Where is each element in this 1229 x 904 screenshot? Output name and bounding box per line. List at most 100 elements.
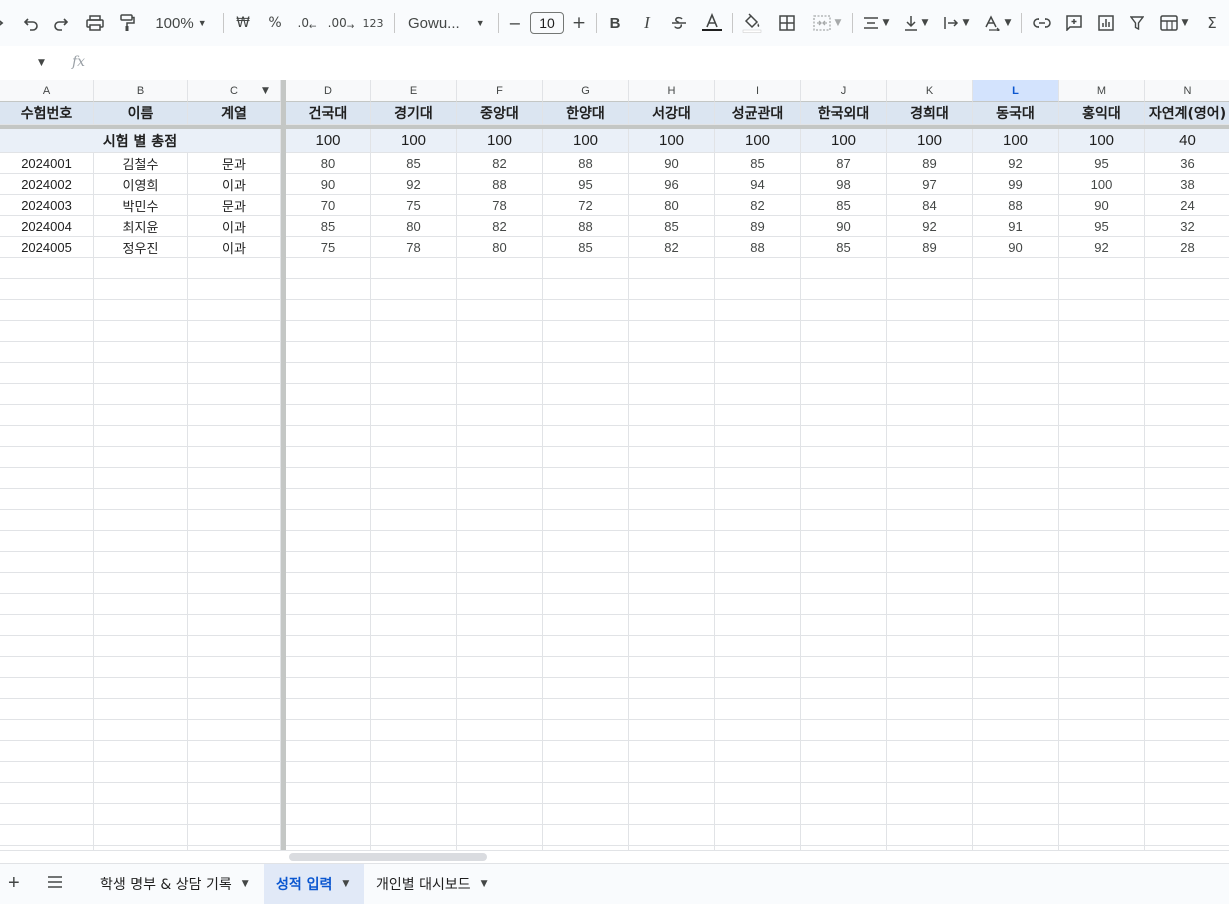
empty-cell[interactable] <box>286 552 371 573</box>
empty-cell[interactable] <box>1145 615 1229 636</box>
font-size-input[interactable]: 10 <box>530 12 564 34</box>
empty-cell[interactable] <box>371 363 457 384</box>
empty-cell[interactable] <box>286 615 371 636</box>
column-header-m[interactable]: M <box>1059 80 1145 102</box>
empty-cell[interactable] <box>1059 636 1145 657</box>
score-cell[interactable]: 88 <box>543 153 629 174</box>
score-cell[interactable]: 88 <box>543 216 629 237</box>
empty-cell[interactable] <box>457 741 543 762</box>
empty-cell[interactable] <box>801 594 887 615</box>
empty-cell[interactable] <box>801 468 887 489</box>
empty-cell[interactable] <box>188 615 281 636</box>
empty-cell[interactable] <box>715 657 801 678</box>
empty-cell[interactable] <box>286 531 371 552</box>
empty-cell[interactable] <box>543 426 629 447</box>
empty-cell[interactable] <box>1145 384 1229 405</box>
empty-cell[interactable] <box>457 300 543 321</box>
empty-cell[interactable] <box>286 468 371 489</box>
student-track-cell[interactable]: 이과 <box>188 174 281 195</box>
empty-cell[interactable] <box>94 636 188 657</box>
empty-cell[interactable] <box>1145 657 1229 678</box>
empty-cell[interactable] <box>1059 594 1145 615</box>
empty-cell[interactable] <box>887 363 973 384</box>
total-cell[interactable]: 100 <box>457 129 543 153</box>
empty-cell[interactable] <box>801 531 887 552</box>
empty-cell[interactable] <box>801 825 887 846</box>
insert-link-icon[interactable] <box>1028 9 1056 37</box>
empty-cell[interactable] <box>188 531 281 552</box>
italic-button[interactable]: I <box>634 9 660 37</box>
empty-cell[interactable] <box>973 657 1059 678</box>
empty-cell[interactable] <box>715 615 801 636</box>
empty-cell[interactable] <box>0 678 94 699</box>
empty-cell[interactable] <box>543 468 629 489</box>
filter-icon[interactable] <box>1124 9 1150 37</box>
empty-cell[interactable] <box>286 279 371 300</box>
empty-cell[interactable] <box>371 279 457 300</box>
score-cell[interactable]: 85 <box>629 216 715 237</box>
empty-cell[interactable] <box>457 279 543 300</box>
empty-cell[interactable] <box>543 804 629 825</box>
empty-cell[interactable] <box>94 804 188 825</box>
empty-cell[interactable] <box>629 321 715 342</box>
student-track-cell[interactable]: 문과 <box>188 195 281 216</box>
empty-cell[interactable] <box>457 489 543 510</box>
empty-cell[interactable] <box>1145 510 1229 531</box>
empty-cell[interactable] <box>1059 279 1145 300</box>
empty-cell[interactable] <box>629 447 715 468</box>
empty-cell[interactable] <box>1145 300 1229 321</box>
empty-cell[interactable] <box>188 804 281 825</box>
score-cell[interactable]: 85 <box>801 237 887 258</box>
empty-cell[interactable] <box>887 552 973 573</box>
empty-cell[interactable] <box>887 615 973 636</box>
empty-cell[interactable] <box>286 636 371 657</box>
empty-cell[interactable] <box>715 342 801 363</box>
score-cell[interactable]: 82 <box>457 153 543 174</box>
empty-cell[interactable] <box>286 825 371 846</box>
empty-cell[interactable] <box>0 279 94 300</box>
empty-cell[interactable] <box>457 342 543 363</box>
currency-button[interactable]: ₩ <box>230 9 256 37</box>
empty-cell[interactable] <box>371 552 457 573</box>
empty-cell[interactable] <box>973 531 1059 552</box>
empty-cell[interactable] <box>0 825 94 846</box>
empty-cell[interactable] <box>188 468 281 489</box>
empty-cell[interactable] <box>801 699 887 720</box>
empty-cell[interactable] <box>629 258 715 279</box>
empty-cell[interactable] <box>286 783 371 804</box>
student-track-cell[interactable]: 이과 <box>188 216 281 237</box>
empty-cell[interactable] <box>887 741 973 762</box>
functions-button[interactable]: Σ <box>1200 9 1224 37</box>
empty-cell[interactable] <box>1059 741 1145 762</box>
empty-cell[interactable] <box>801 678 887 699</box>
empty-cell[interactable] <box>371 720 457 741</box>
empty-cell[interactable] <box>457 258 543 279</box>
empty-cell[interactable] <box>715 741 801 762</box>
empty-cell[interactable] <box>0 783 94 804</box>
column-header-i[interactable]: I <box>715 80 801 102</box>
empty-cell[interactable] <box>629 615 715 636</box>
empty-cell[interactable] <box>286 489 371 510</box>
empty-cell[interactable] <box>715 762 801 783</box>
header-cell[interactable]: 이름 <box>94 102 188 125</box>
empty-cell[interactable] <box>188 384 281 405</box>
empty-cell[interactable] <box>887 762 973 783</box>
empty-cell[interactable] <box>973 783 1059 804</box>
empty-cell[interactable] <box>1145 783 1229 804</box>
sheet-tab[interactable]: 성적 입력 ▼ <box>264 864 364 904</box>
total-cell[interactable]: 100 <box>543 129 629 153</box>
score-cell[interactable]: 88 <box>715 237 801 258</box>
menu-toggle-icon[interactable] <box>0 9 8 37</box>
empty-cell[interactable] <box>1059 573 1145 594</box>
empty-cell[interactable] <box>286 657 371 678</box>
empty-cell[interactable] <box>801 573 887 594</box>
header-cell[interactable]: 중앙대 <box>457 102 543 125</box>
empty-cell[interactable] <box>543 510 629 531</box>
header-cell[interactable]: 동국대 <box>973 102 1059 125</box>
header-cell[interactable]: 서강대 <box>629 102 715 125</box>
header-cell[interactable]: 경희대 <box>887 102 973 125</box>
empty-cell[interactable] <box>1145 762 1229 783</box>
student-track-cell[interactable]: 문과 <box>188 153 281 174</box>
paint-format-icon[interactable] <box>114 9 140 37</box>
empty-cell[interactable] <box>887 678 973 699</box>
